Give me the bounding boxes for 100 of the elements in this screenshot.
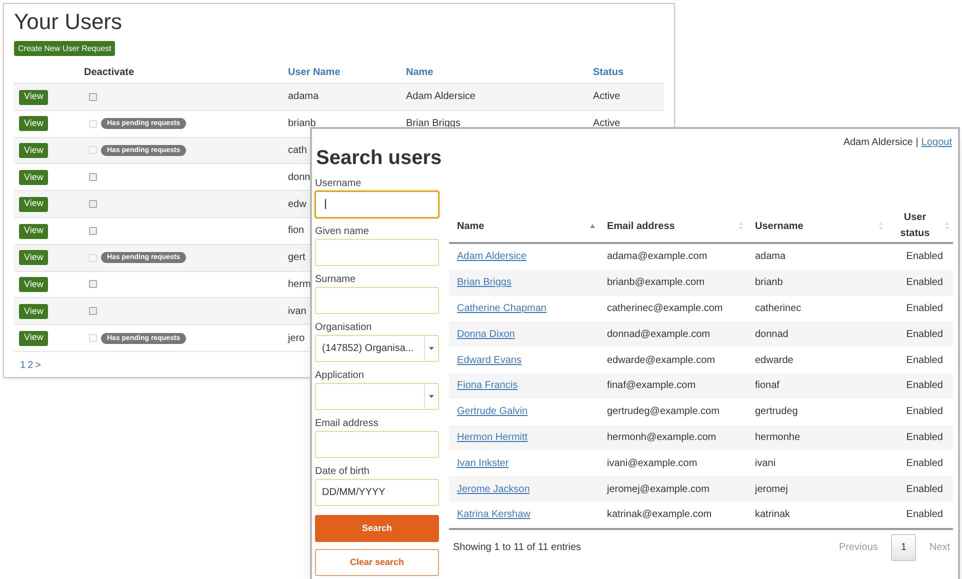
table-cell-text: jeromej [754,482,789,497]
table-cell-text: Active [593,90,620,104]
checkbox[interactable] [89,226,97,235]
field-label: Organisation [315,321,373,335]
view-button[interactable]: View [19,170,48,185]
checkbox[interactable] [89,280,97,288]
view-button[interactable]: View [19,196,48,212]
checkbox[interactable] [89,307,97,316]
next-button[interactable]: Next [926,540,953,555]
checkbox[interactable] [89,200,97,208]
user-link[interactable]: Ivan Inkster [457,458,509,469]
table-cell-text: jero [288,332,305,346]
table-cell-text: Enabled [905,302,944,316]
view-button[interactable]: View [19,304,48,319]
user-link[interactable]: Gertrude Galvin [457,406,528,418]
caret-icon [429,347,434,350]
table-cell-text: Enabled [905,456,944,471]
user-link[interactable]: Fiona Francis [457,380,518,392]
table-cell-text: Enabled [905,354,944,368]
table-cell-text: ivani [754,456,777,471]
input-field[interactable] [315,239,439,266]
field-label: Username [315,177,362,191]
input-field[interactable]: DD/MM/YYYY [315,479,439,506]
table-cell-text: Adam Aldersice [406,90,476,104]
table-cell-text: ivani@example.com [606,456,698,471]
field-label: Date of birth [315,465,370,479]
table-cell-text: hermonh@example.com [606,430,718,445]
column-header[interactable]: Name [449,210,599,242]
table-cell-text: katrinak@example.com [606,508,713,522]
user-name: Adam Aldersice [843,136,913,150]
table-cell-text: adama [288,90,319,104]
user-link[interactable]: Hermon Hermitt [457,432,528,443]
table-cell-text: fion [288,224,304,238]
table-cell-text: Enabled [905,276,944,290]
user-link[interactable]: Brian Briggs [457,277,512,288]
table-cell-text: jeromej@example.com [606,482,710,497]
checkbox[interactable] [89,173,97,182]
table-cell-text: Enabled [905,379,944,394]
view-button[interactable]: View [19,90,48,105]
table-cell-text: brianb [288,117,316,132]
select-field[interactable]: (147852) Organisa... [315,335,439,362]
search-button[interactable]: Search [315,515,439,542]
column-header[interactable]: User Name [284,65,402,80]
logout-link[interactable]: Logout [921,135,952,173]
table-cell-text: edwarde@example.com [606,354,716,368]
table-cell-text: adama@example.com [606,250,708,264]
user-link[interactable]: Donna Dixon [457,328,515,340]
view-button[interactable]: View [19,277,48,292]
page-link[interactable]: > [35,358,41,373]
user-link[interactable]: Catherine Chapman [457,302,546,314]
table-cell-text: catherinec@example.com [606,302,724,316]
page-link[interactable]: 1 [20,358,26,373]
column-header: Deactivate [84,66,136,80]
user-link[interactable]: Adam Aldersice [457,251,526,262]
page-link[interactable]: 2 [28,358,34,373]
user-link[interactable]: Katrina Kershaw [457,509,530,520]
column-header[interactable]: Name [402,65,589,80]
checkbox[interactable] [89,92,97,101]
table-cell-text: brianb [754,276,784,290]
field-label: Surname [315,273,357,287]
table-cell-text: edw [288,198,306,212]
column-header[interactable]: Username [747,210,887,242]
table-cell-text: Enabled [905,482,944,497]
table-cell-text: brianb@example.com [606,276,706,290]
column-header[interactable]: Email address [599,210,747,242]
table-cell-text: Enabled [905,328,944,342]
column-header[interactable]: User status [887,210,953,242]
table-cell-text: catherinec [754,302,802,316]
page-title: Search users [316,146,442,171]
field-label: Application [315,369,365,383]
table-cell-text: Enabled [905,508,944,522]
table-cell-text: donnad [754,328,790,342]
table-cell-text: fionaf [754,379,780,394]
column-header[interactable]: Status [589,65,664,80]
user-link[interactable]: Edward Evans [457,354,522,366]
view-button[interactable]: View [19,224,48,238]
input-field[interactable] [315,431,439,458]
table-cell-text: donnad@example.com [606,328,711,342]
page-button[interactable]: 1 [890,534,916,561]
previous-button[interactable]: Previous [836,540,881,555]
user-link[interactable]: Jerome Jackson [457,484,530,495]
create-user-button[interactable]: Create New User Request [14,41,116,56]
table-cell-text: edwarde [754,354,794,368]
table-cell-text: herm [288,278,311,292]
separator: | [916,136,918,150]
table-cell-text: gertrudeg@example.com [606,405,720,420]
input-field[interactable] [315,191,439,218]
table-cell-text: katrinak [754,508,792,522]
table-cell-text: donn [288,170,310,185]
select-field[interactable] [315,383,439,410]
input-field[interactable] [315,287,439,314]
entries-summary: Showing 1 to 11 of 11 entries [452,540,582,555]
clear-search-button[interactable]: Clear search [315,549,439,576]
table-cell-text: hermonhe [754,430,802,445]
text-cursor [325,199,326,209]
table-cell-text: finaf@example.com [606,379,697,394]
page-title: Your Users [14,8,124,36]
table-cell-text: ivan [288,304,306,319]
table-cell-text: gertrudeg [754,405,799,420]
field-label: Given name [315,225,370,239]
